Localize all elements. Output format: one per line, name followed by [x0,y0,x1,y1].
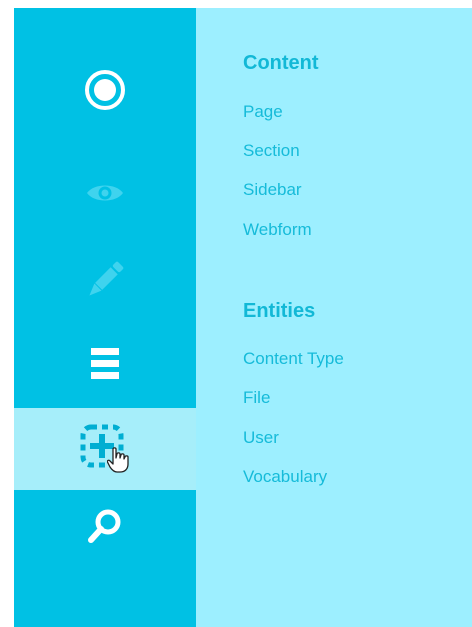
menu-item-section[interactable]: Section [243,141,300,161]
menu-item-webform[interactable]: Webform [243,220,312,240]
menu-icon [85,346,125,387]
menu-item-sidebar[interactable]: Sidebar [243,180,302,200]
sidebar-item-record[interactable] [14,51,196,133]
menu-item-user[interactable]: User [243,428,279,448]
add-box-icon [79,423,131,475]
admin-toolbar: Content Page Section Sidebar Webform Ent… [14,8,472,627]
hand-cursor-icon [106,447,129,478]
search-icon [85,507,125,552]
menu-item-page[interactable]: Page [243,102,283,122]
entities-heading: Entities [243,300,316,322]
sidebar-item-edit[interactable] [14,241,196,323]
sidebar-item-view[interactable] [14,154,196,236]
menu-item-vocabulary[interactable]: Vocabulary [243,467,327,487]
record-icon [84,69,126,116]
sidebar-item-search[interactable] [14,488,196,570]
sidebar-item-menu[interactable] [14,325,196,407]
eye-icon [85,181,125,210]
content-heading: Content [243,52,319,74]
create-menu-panel: Content Page Section Sidebar Webform Ent… [196,8,472,627]
pencil-icon [80,255,130,310]
sidebar-item-add[interactable] [14,408,196,490]
menu-item-content-type[interactable]: Content Type [243,349,344,369]
sidebar [14,8,196,627]
menu-item-file[interactable]: File [243,388,270,408]
